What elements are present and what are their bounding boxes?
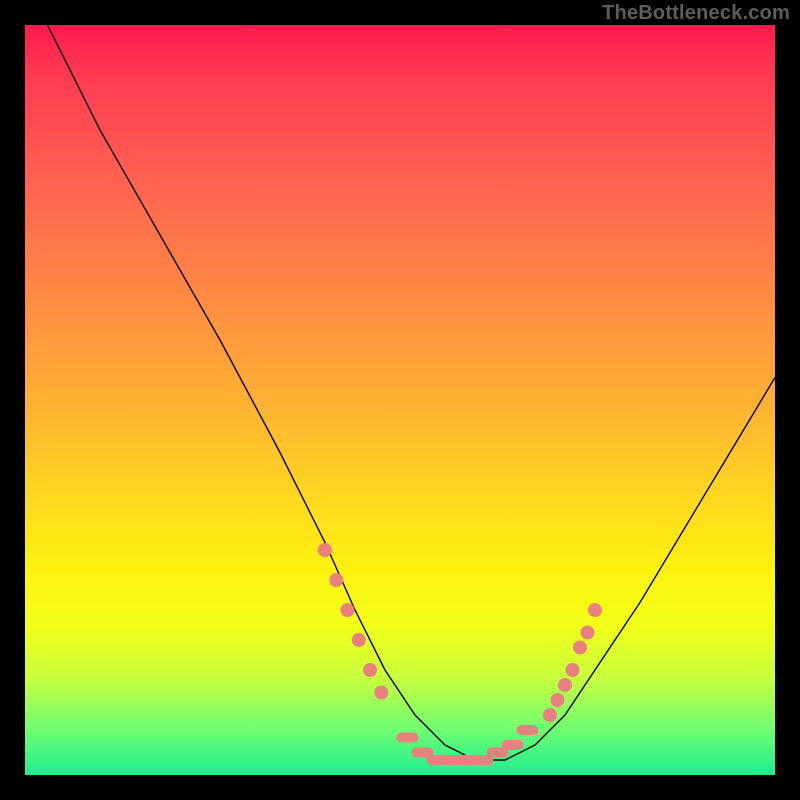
data-marker [566,663,580,677]
chart-svg [25,25,775,775]
data-marker [318,543,332,557]
data-marker [588,603,602,617]
watermark-text: TheBottleneck.com [602,2,790,25]
data-marker [551,693,565,707]
data-marker [502,740,524,750]
data-marker [363,663,377,677]
plot-area [25,25,775,775]
data-marker [573,641,587,655]
data-marker [352,633,366,647]
data-marker [517,725,539,735]
data-marker [397,733,419,743]
bottleneck-curve [48,25,776,760]
marker-cluster-left [318,543,388,700]
data-marker [581,626,595,640]
chart-frame: TheBottleneck.com [0,0,800,800]
data-marker [341,603,355,617]
data-marker [558,678,572,692]
data-marker [374,686,388,700]
data-marker [543,708,557,722]
data-marker [329,573,343,587]
marker-cluster-bottom [397,725,539,765]
